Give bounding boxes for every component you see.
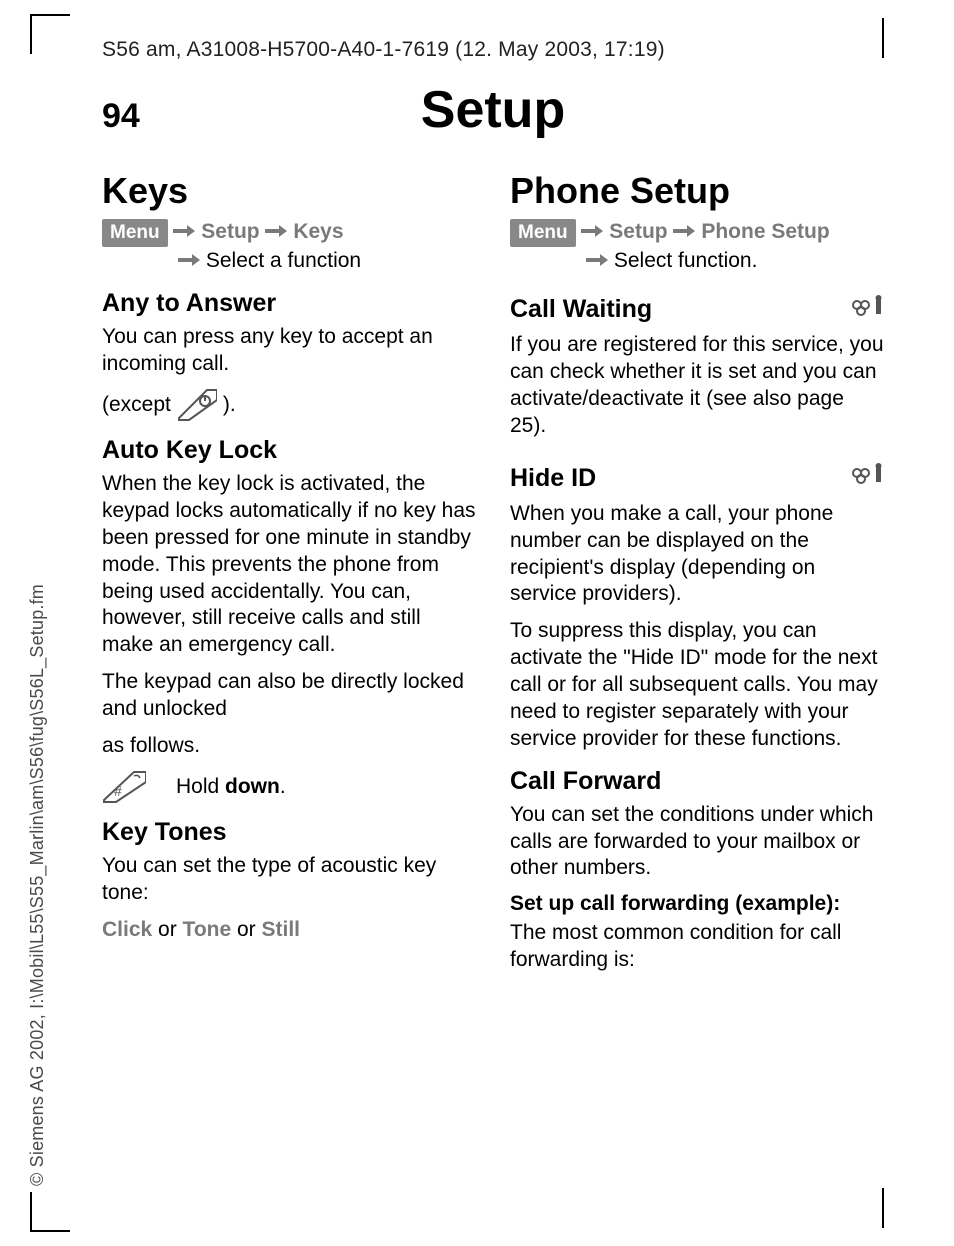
right-column: Phone Setup Menu Setup Phone Setup Selec… (510, 170, 884, 984)
except-before: (except (102, 393, 171, 417)
path-select-line: Select function. (586, 247, 884, 276)
path-select-text: Select function. (614, 249, 758, 272)
network-service-icon (850, 461, 884, 485)
menu-softkey: Menu (102, 219, 168, 247)
arrow-icon (673, 218, 695, 246)
key-tones-heading: Key Tones (102, 818, 476, 847)
menu-path-phone-setup: Menu Setup Phone Setup Select function. (510, 218, 884, 275)
option-sep: or (231, 918, 261, 941)
arrow-icon (586, 247, 608, 275)
crop-mark (30, 1192, 70, 1232)
call-forward-p1: You can set the conditions under which c… (510, 802, 884, 883)
left-column: Keys Menu Setup Keys Select a function (102, 170, 476, 984)
crop-mark (30, 14, 70, 54)
call-forward-heading: Call Forward (510, 767, 884, 796)
title-row: 94 Setup (102, 80, 884, 140)
path-select-text: Select a function (206, 249, 361, 272)
page: © Siemens AG 2002, I:\Mobil\L55\S55_Marl… (0, 0, 954, 1246)
call-waiting-text: If you are registered for this service, … (510, 332, 884, 440)
auto-key-lock-p1: When the key lock is activated, the keyp… (102, 471, 476, 659)
option-tone: Tone (183, 918, 232, 941)
phone-setup-heading: Phone Setup (510, 170, 884, 212)
page-title: Setup (102, 80, 884, 140)
call-forward-example-heading: Set up call forwarding (example): (510, 892, 884, 916)
keys-heading: Keys (102, 170, 476, 212)
call-forward-p2: The most common condition for call forwa… (510, 920, 884, 974)
menu-softkey: Menu (510, 219, 576, 247)
hold-down-text: Hold down. (176, 775, 286, 799)
menu-path-keys: Menu Setup Keys Select a function (102, 218, 476, 275)
arrow-icon (178, 247, 200, 275)
hide-id-heading: Hide ID (510, 464, 596, 493)
hash-key-icon: # (102, 770, 146, 804)
option-still: Still (262, 918, 301, 941)
arrow-icon (265, 218, 287, 246)
call-waiting-heading: Call Waiting (510, 295, 652, 324)
path-select-line: Select a function (178, 247, 476, 276)
hold-prefix: Hold (176, 775, 225, 798)
svg-text:#: # (114, 783, 122, 799)
hold-down-row: # Hold down. (102, 770, 476, 804)
path-step: Keys (293, 220, 343, 243)
crop-mark (882, 18, 884, 58)
arrow-icon (581, 218, 603, 246)
arrow-icon (173, 218, 195, 246)
power-key-icon (175, 388, 219, 422)
key-tones-text: You can set the type of acoustic key ton… (102, 853, 476, 907)
any-to-answer-text: You can press any key to accept an incom… (102, 324, 476, 378)
hold-bold: down (225, 775, 280, 798)
any-to-answer-heading: Any to Answer (102, 289, 476, 318)
document-header: S56 am, A31008-H5700-A40-1-7619 (12. May… (102, 38, 884, 62)
option-sep: or (152, 918, 182, 941)
path-step: Phone Setup (701, 220, 829, 243)
copyright-filepath: © Siemens AG 2002, I:\Mobil\L55\S55_Marl… (27, 584, 48, 1186)
path-step: Setup (201, 220, 259, 243)
path-step: Setup (609, 220, 667, 243)
crop-mark (882, 1188, 884, 1228)
columns: Keys Menu Setup Keys Select a function (102, 170, 884, 984)
auto-key-lock-heading: Auto Key Lock (102, 436, 476, 465)
auto-key-lock-p3: as follows. (102, 733, 476, 760)
call-waiting-row: Call Waiting (510, 281, 884, 328)
hold-suffix: . (280, 775, 286, 798)
hide-id-p2: To suppress this display, you can activa… (510, 618, 884, 752)
hide-id-row: Hide ID (510, 450, 884, 497)
hide-id-p1: When you make a call, your phone number … (510, 501, 884, 609)
except-after: ). (223, 393, 236, 417)
network-service-icon (850, 293, 884, 317)
except-line: (except ). (102, 388, 476, 422)
key-tones-options: Click or Tone or Still (102, 917, 476, 944)
option-click: Click (102, 918, 152, 941)
auto-key-lock-p2: The keypad can also be directly locked a… (102, 669, 476, 723)
